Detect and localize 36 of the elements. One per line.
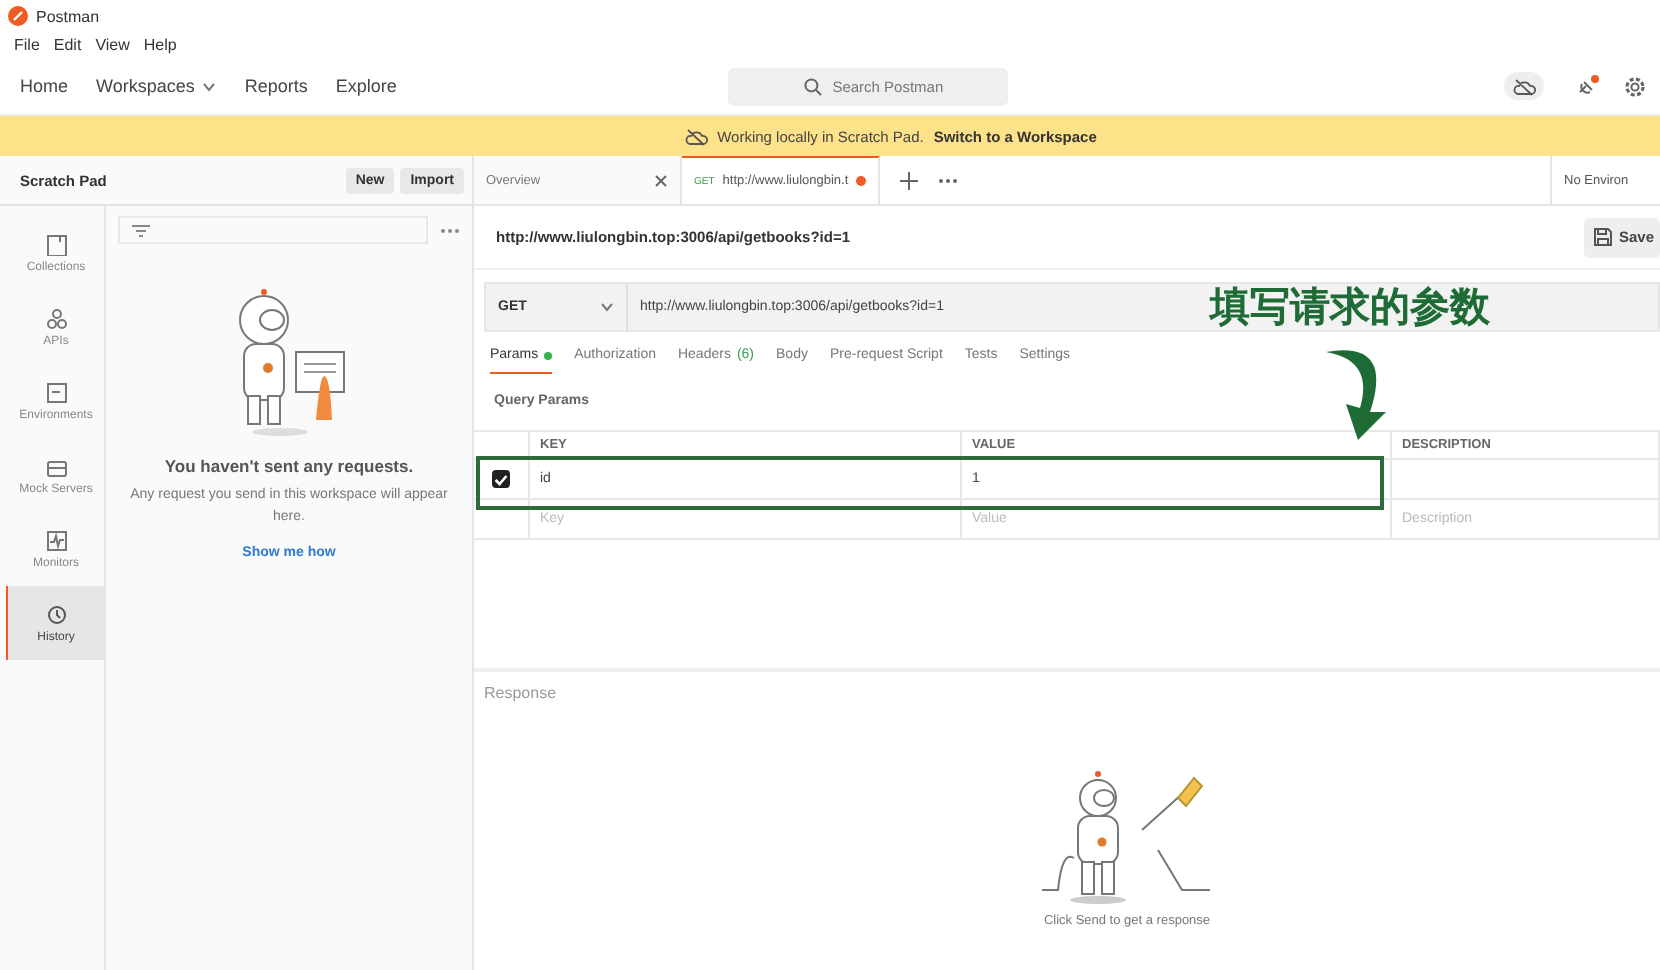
nodes-icon — [45, 307, 67, 329]
section-title: Response — [482, 682, 559, 702]
settings-icon[interactable] — [1624, 75, 1646, 97]
window-icon — [45, 381, 67, 403]
nav-link[interactable]: Reports — [230, 76, 322, 96]
empty-title: You haven't sent any requests. — [164, 456, 414, 476]
filter-field[interactable] — [118, 216, 428, 244]
checkbox[interactable] — [492, 470, 510, 488]
save-icon — [1594, 228, 1613, 246]
more-icon[interactable] — [440, 227, 460, 233]
menu-item[interactable]: File — [14, 36, 40, 54]
server-icon — [45, 455, 67, 477]
offline-button[interactable] — [1504, 72, 1544, 100]
menu-item[interactable]: Help — [143, 36, 177, 54]
chevron-down-icon — [600, 302, 614, 312]
history-icon — [45, 603, 67, 625]
nav-link[interactable]: Home — [6, 76, 83, 96]
unsaved-dot — [856, 176, 867, 186]
annotation-text: 填写请求的参数 — [1210, 280, 1490, 334]
filter-icon — [132, 223, 150, 237]
cloud-off-icon — [1512, 77, 1536, 95]
app-logo-icon — [8, 6, 28, 26]
plus-icon[interactable] — [900, 171, 919, 189]
folder-icon — [45, 233, 67, 255]
window-title: Postman — [36, 7, 100, 25]
nav-link[interactable]: Explore — [321, 76, 411, 96]
close-icon[interactable] — [654, 174, 668, 188]
cloud-off-icon — [683, 127, 708, 145]
nav-link[interactable]: Workspaces — [82, 76, 231, 96]
check-icon — [494, 473, 508, 485]
more-icon[interactable] — [938, 177, 959, 183]
monitor-icon — [45, 529, 67, 551]
menu-item[interactable]: Edit — [53, 36, 82, 54]
status-dot — [544, 352, 553, 360]
search-icon — [804, 77, 823, 95]
menu-item[interactable]: View — [95, 36, 130, 54]
